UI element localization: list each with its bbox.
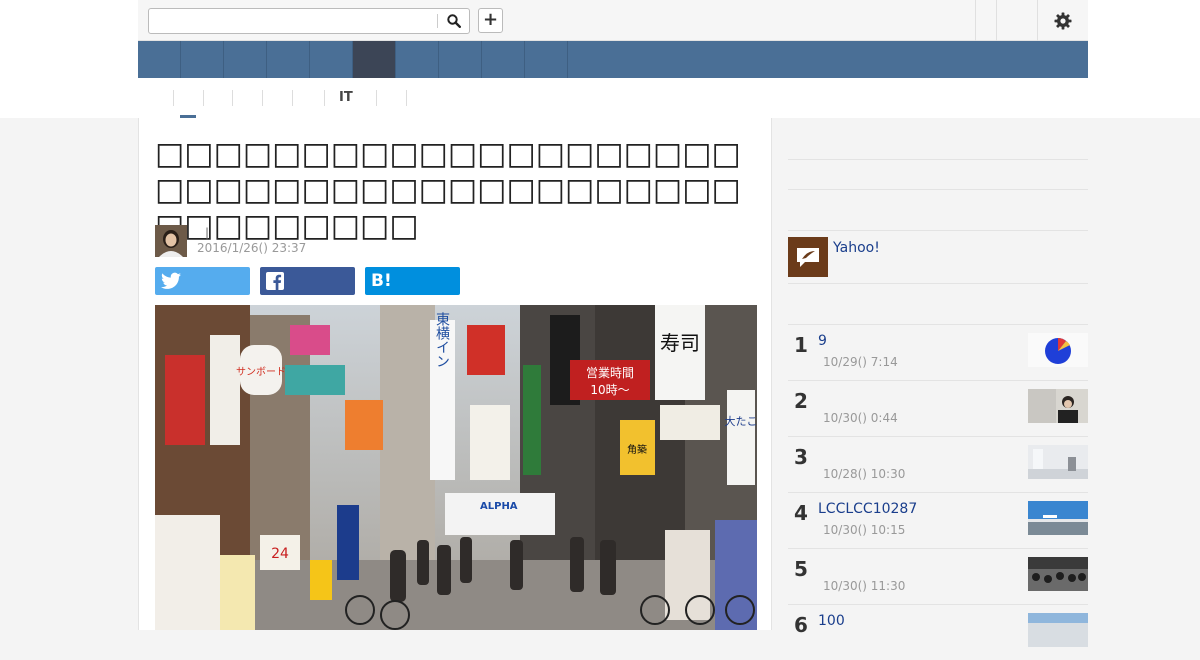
nav-item[interactable]	[396, 41, 439, 78]
add-button[interactable]: +	[478, 8, 503, 33]
photo-sign: 10時～	[590, 383, 629, 397]
plus-icon: +	[482, 9, 499, 30]
ranking-number: 1	[794, 333, 808, 357]
search-box	[148, 8, 470, 34]
ranking-thumbnail[interactable]	[1028, 389, 1088, 423]
author-avatar[interactable]	[155, 225, 187, 257]
search-icon	[447, 14, 461, 28]
header-area: + IT	[0, 0, 1200, 119]
photo-sign: 角築	[627, 443, 647, 456]
photo-sign: 東横イン	[434, 312, 450, 368]
sidebar: Yahoo! 1 9 10/29() 7:14 2 10/30() 0:44 3…	[788, 118, 1088, 647]
city-thumbnail	[1028, 613, 1088, 647]
nav-item[interactable]	[439, 41, 482, 78]
photo-sign: ALPHA	[480, 501, 518, 512]
ranking-title[interactable]: LCCLCC10287	[818, 501, 917, 517]
sub-nav-item[interactable]	[292, 90, 307, 106]
ranking-thumbnail[interactable]	[1028, 445, 1088, 479]
nav-item[interactable]	[138, 41, 181, 78]
author-separator: |	[205, 226, 210, 240]
nav-item[interactable]	[181, 41, 224, 78]
ranking-item[interactable]: 1 9 10/29() 7:14	[788, 324, 1088, 380]
nav-item[interactable]	[482, 41, 525, 78]
toolbar-divider	[996, 0, 997, 41]
photo-sign: 寿司	[660, 331, 700, 355]
ranking-item[interactable]: 4 LCCLCC10287 10/30() 10:15	[788, 492, 1088, 548]
ranking-number: 5	[794, 557, 808, 581]
nav-item[interactable]	[224, 41, 267, 78]
sub-nav-item[interactable]	[232, 90, 247, 106]
nav-item[interactable]	[310, 41, 353, 78]
article-headline: □□□□□□□□□□□□□□□□□□□□□□□□□□□□□□□□□□□□□□□□…	[155, 136, 741, 244]
room-thumbnail	[1028, 445, 1088, 479]
yahoo-creator-icon[interactable]	[788, 237, 828, 277]
ranking-title[interactable]: 100	[818, 613, 845, 629]
sub-nav-item[interactable]	[262, 90, 277, 106]
ranking-item[interactable]: 2 10/30() 0:44	[788, 380, 1088, 436]
ranking-title[interactable]: 9	[818, 333, 827, 349]
sub-nav-item[interactable]	[203, 90, 218, 106]
pie-thumbnail	[1028, 333, 1088, 367]
ranking-thumbnail[interactable]	[1028, 501, 1088, 535]
sidebar-divider	[788, 159, 1088, 160]
sidebar-divider	[788, 230, 1088, 231]
ranking-number: 6	[794, 613, 808, 637]
ranking-number: 4	[794, 501, 808, 525]
sub-nav-item[interactable]	[376, 90, 391, 106]
ranking-number: 3	[794, 445, 808, 469]
ranking-item[interactable]: 5 10/30() 11:30	[788, 548, 1088, 604]
twitter-icon	[161, 272, 181, 289]
toolbar-divider	[975, 0, 976, 41]
sub-nav-item[interactable]	[406, 90, 421, 106]
photo-sign: 大たこ	[725, 414, 758, 428]
nav-item[interactable]	[525, 41, 568, 78]
yahoo-creator-link[interactable]: Yahoo!	[833, 240, 880, 256]
nav-item[interactable]	[267, 41, 310, 78]
nav-item-active[interactable]	[353, 41, 396, 78]
sidebar-divider	[788, 283, 1088, 284]
main-nav	[138, 41, 1088, 78]
press-conference-thumbnail	[1028, 389, 1088, 423]
ranking-date: 10/29() 7:14	[823, 355, 898, 369]
search-button[interactable]	[441, 11, 467, 31]
article-column: □□□□□□□□□□□□□□□□□□□□□□□□□□□□□□□□□□□□□□□□…	[138, 118, 772, 630]
crowd-thumbnail	[1028, 557, 1088, 591]
airport-thumbnail	[1028, 501, 1088, 535]
ranking-thumbnail[interactable]	[1028, 333, 1088, 367]
search-divider	[437, 14, 438, 28]
sub-nav-item[interactable]	[173, 90, 188, 106]
ranking-item[interactable]: 3 10/28() 10:30	[788, 436, 1088, 492]
speech-quill-icon	[797, 248, 819, 267]
ranking-date: 10/30() 0:44	[823, 411, 898, 425]
facebook-icon	[266, 272, 284, 290]
photo-sign: サンボード	[236, 366, 286, 378]
ranking-thumbnail[interactable]	[1028, 557, 1088, 591]
top-toolbar: +	[138, 0, 1088, 41]
hatena-bookmark-icon: B!	[371, 271, 392, 291]
hatena-bookmark-button[interactable]: B!	[365, 267, 460, 295]
gear-icon	[1054, 12, 1072, 29]
sub-nav: IT	[138, 78, 1088, 119]
article-photo: サンボード 東横イン 営業時間 10時～ 寿司 角築 大たこ ALPHA 24	[155, 305, 757, 630]
settings-button[interactable]	[1038, 0, 1088, 41]
search-input[interactable]	[153, 12, 435, 30]
ranking-date: 10/30() 11:30	[823, 579, 906, 593]
street-scene-image: サンボード 東横イン 営業時間 10時～ 寿司 角築 大たこ ALPHA 24	[155, 305, 757, 630]
ranking-date: 10/30() 10:15	[823, 523, 906, 537]
ranking-thumbnail[interactable]	[1028, 613, 1088, 647]
twitter-share-button[interactable]	[155, 267, 250, 295]
ranking-item[interactable]: 6 100	[788, 604, 1088, 660]
article-date: 2016/1/26() 23:37	[197, 241, 307, 255]
ranking-date: 10/28() 10:30	[823, 467, 906, 481]
photo-sign: 営業時間	[586, 366, 634, 380]
ranking-number: 2	[794, 389, 808, 413]
avatar-image	[155, 225, 187, 257]
sub-nav-item-it[interactable]: IT	[324, 90, 353, 106]
facebook-share-button[interactable]	[260, 267, 355, 295]
sidebar-divider	[788, 189, 1088, 190]
photo-sign: 24	[271, 546, 289, 562]
